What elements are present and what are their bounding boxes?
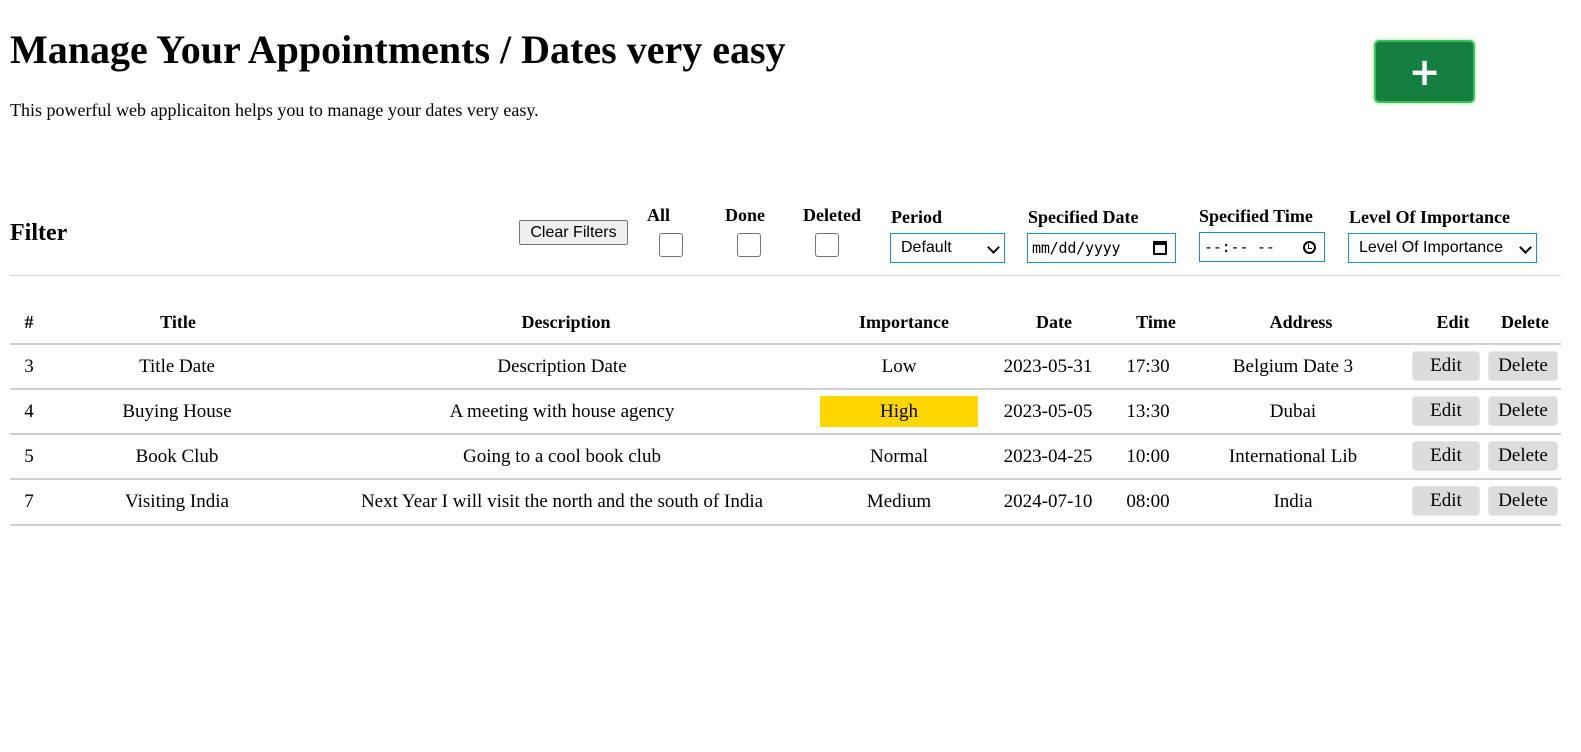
period-label: Period <box>891 207 942 227</box>
column-header-date: Date <box>1036 312 1072 332</box>
row-index: 7 <box>24 491 34 512</box>
row-time: 08:00 <box>1126 491 1170 512</box>
specified-date-label: Specified Date <box>1028 207 1139 227</box>
row-description: A meeting with house agency <box>449 401 675 422</box>
row-index: 5 <box>24 446 34 467</box>
importance-level-select[interactable]: Level Of Importance <box>1348 233 1537 263</box>
column-header-delete: Delete <box>1501 312 1549 332</box>
filter-divider <box>10 275 1561 276</box>
row-title: Book Club <box>135 446 219 467</box>
edit-button[interactable]: Edit <box>1412 396 1480 426</box>
row-description: Going to a cool book club <box>463 446 661 467</box>
table-row: 5 Book Club Going to a cool book club No… <box>10 433 1561 479</box>
row-address: India <box>1273 491 1313 512</box>
specified-time-label: Specified Time <box>1199 206 1313 226</box>
page-title: Manage Your Appointments / Dates very ea… <box>10 27 786 72</box>
row-importance: Normal <box>869 446 929 467</box>
column-header-importance: Importance <box>859 312 949 332</box>
add-appointment-button[interactable]: + <box>1374 40 1475 103</box>
table-row: 3 Title Date Description Date Low 2023-0… <box>10 343 1561 389</box>
page-subtitle: This powerful web applicaiton helps you … <box>10 100 539 120</box>
row-importance: Medium <box>866 491 932 512</box>
row-title: Buying House <box>122 401 232 422</box>
table-row: 7 Visiting India Next Year I will visit … <box>10 478 1561 526</box>
column-header-edit: Edit <box>1436 312 1470 332</box>
row-description: Next Year I will visit the north and the… <box>360 491 764 512</box>
row-address: Dubai <box>1269 401 1317 422</box>
specified-time-input[interactable]: --:-- -- <box>1199 232 1325 262</box>
row-date: 2023-05-31 <box>1003 356 1093 377</box>
all-label: All <box>647 205 671 225</box>
specified-time-placeholder: --:-- -- <box>1204 238 1275 256</box>
specified-date-placeholder: mm/dd/yyyy <box>1032 239 1121 257</box>
column-header-address: Address <box>1269 312 1333 332</box>
row-index: 4 <box>24 401 34 422</box>
done-checkbox[interactable] <box>737 233 761 257</box>
column-header-time: Time <box>1136 312 1176 332</box>
delete-button[interactable]: Delete <box>1488 441 1558 471</box>
period-select[interactable]: Default <box>890 233 1005 263</box>
row-index: 3 <box>24 356 34 377</box>
row-date: 2024-07-10 <box>1003 491 1093 512</box>
chevron-down-icon <box>987 241 1000 254</box>
row-time: 10:00 <box>1126 446 1170 467</box>
importance-level-label: Level Of Importance <box>1349 207 1510 227</box>
column-header-title: Title <box>160 312 196 332</box>
row-time: 17:30 <box>1126 356 1170 377</box>
edit-button[interactable]: Edit <box>1412 441 1480 471</box>
row-description: Description Date <box>497 356 627 377</box>
filter-heading: Filter <box>10 220 68 246</box>
calendar-icon[interactable] <box>1153 241 1167 255</box>
edit-button[interactable]: Edit <box>1412 351 1480 381</box>
row-date: 2023-04-25 <box>1003 446 1093 467</box>
table-row: 4 Buying House A meeting with house agen… <box>10 388 1561 434</box>
row-address: International Lib <box>1228 446 1358 467</box>
delete-button[interactable]: Delete <box>1488 351 1558 381</box>
deleted-checkbox[interactable] <box>815 233 839 257</box>
row-date: 2023-05-05 <box>1003 401 1093 422</box>
row-importance: Low <box>881 356 917 377</box>
delete-button[interactable]: Delete <box>1488 486 1558 516</box>
row-title: Title Date <box>139 356 215 377</box>
column-header-index: # <box>24 312 34 332</box>
chevron-down-icon <box>1519 241 1532 254</box>
delete-button[interactable]: Delete <box>1488 396 1558 426</box>
specified-date-input[interactable]: mm/dd/yyyy <box>1027 233 1176 263</box>
all-checkbox[interactable] <box>659 233 683 257</box>
clear-filters-button[interactable]: Clear Filters <box>519 220 628 245</box>
row-time: 13:30 <box>1126 401 1170 422</box>
importance-level-select-value: Level Of Importance <box>1359 239 1504 256</box>
done-label: Done <box>725 205 765 225</box>
row-address: Belgium Date 3 <box>1232 356 1354 377</box>
row-importance: High <box>880 401 918 422</box>
period-select-value: Default <box>901 239 952 256</box>
column-header-description: Description <box>521 312 611 332</box>
edit-button[interactable]: Edit <box>1412 486 1480 516</box>
deleted-label: Deleted <box>803 205 861 225</box>
clock-icon[interactable] <box>1303 241 1316 254</box>
row-title: Visiting India <box>125 491 229 512</box>
